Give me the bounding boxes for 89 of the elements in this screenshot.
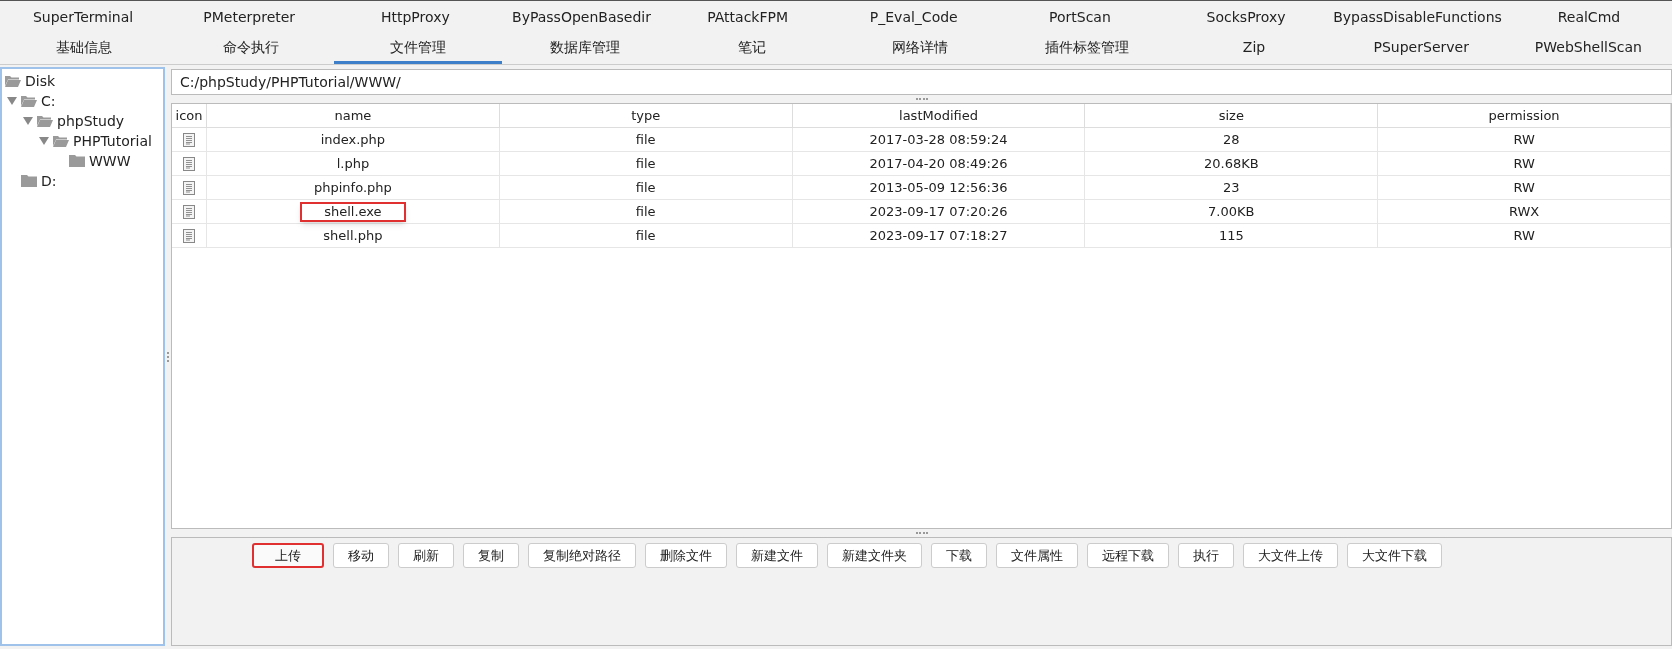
table-cell-text: 2023-09-17 07:20:26 (869, 202, 1008, 221)
tab[interactable]: Zip (1170, 33, 1338, 64)
table-cell-text: RW (1513, 226, 1535, 245)
open-folder-icon (53, 135, 69, 147)
tab[interactable]: 基础信息 (0, 33, 168, 64)
folder-icon (69, 155, 85, 167)
tab[interactable]: 文件管理 (334, 33, 502, 64)
table-cell: shell.exe (300, 201, 406, 222)
table-cell-text: l.php (335, 154, 371, 173)
table-cell-text: 2017-03-28 08:59:24 (869, 130, 1008, 149)
action-button[interactable]: 删除文件 (644, 543, 727, 568)
open-folder-icon (37, 115, 53, 127)
column-header[interactable]: icon (172, 104, 207, 127)
plugin-tab[interactable]: PMeterpreter (199, 6, 300, 28)
plugin-tab[interactable]: ByPassOpenBasedir (508, 6, 655, 28)
table-cell-text: 28 (1223, 130, 1240, 149)
tab[interactable]: PSuperServer (1337, 33, 1505, 64)
plugin-tab[interactable]: PortScan (1045, 6, 1115, 28)
expand-triangle-icon[interactable] (7, 96, 17, 106)
action-button[interactable]: 上传 (251, 543, 324, 568)
open-folder-icon (21, 95, 37, 107)
action-button[interactable]: 文件属性 (995, 543, 1078, 568)
tab[interactable]: PWebShellScan (1504, 33, 1672, 64)
tab[interactable]: 数据库管理 (501, 33, 669, 64)
tree-item[interactable]: D: (41, 170, 57, 192)
table-cell-text: RW (1513, 154, 1535, 173)
column-header[interactable]: lastModified (792, 104, 1086, 127)
table-cell-text: shell.php (322, 226, 384, 245)
document-icon (183, 180, 195, 195)
tab[interactable]: 命令执行 (167, 33, 335, 64)
tree-item[interactable]: WWW (89, 150, 131, 172)
action-button[interactable]: 大文件上传 (1242, 543, 1338, 568)
table-cell-text: file (635, 130, 656, 149)
table-cell-text: 2023-09-17 07:18:27 (869, 226, 1008, 245)
plugin-tab[interactable]: SuperTerminal (28, 6, 138, 28)
table-cell-text: 7.00KB (1208, 202, 1255, 221)
action-button[interactable]: 复制绝对路径 (527, 543, 636, 568)
table-cell-text: RWX (1508, 202, 1540, 221)
expand-triangle-icon[interactable] (39, 136, 49, 146)
table-cell-text: phpinfo.php (313, 178, 393, 197)
tab[interactable]: 网络详情 (836, 33, 1004, 64)
tree-item[interactable]: phpStudy (57, 110, 125, 132)
tab[interactable]: 插件标签管理 (1003, 33, 1171, 64)
table-cell-text: file (635, 154, 656, 173)
expand-triangle-icon[interactable] (23, 116, 33, 126)
splitter-handle-icon[interactable] (915, 98, 928, 100)
document-icon (183, 132, 195, 147)
document-icon (183, 156, 195, 171)
table-cell-text: 23 (1223, 178, 1240, 197)
action-button[interactable]: 大文件下载 (1346, 543, 1442, 568)
splitter-handle-icon[interactable] (167, 351, 169, 362)
table-cell-text: RW (1513, 130, 1535, 149)
action-button[interactable]: 新建文件 (735, 543, 818, 568)
plugin-tab[interactable]: PAttackFPM (703, 6, 793, 28)
table-cell-text: file (635, 226, 656, 245)
table-cell-text: index.php (319, 130, 387, 149)
table-cell-text: file (635, 202, 656, 221)
column-header[interactable]: type (499, 104, 793, 127)
table-cell-text: 2013-05-09 12:56:36 (869, 178, 1008, 197)
action-button[interactable]: 执行 (1177, 543, 1234, 568)
tree-item[interactable]: PHPTutorial (73, 130, 152, 152)
splitter-handle-icon[interactable] (915, 532, 928, 534)
action-button[interactable]: 刷新 (397, 543, 454, 568)
document-icon (183, 228, 195, 243)
plugin-tab[interactable]: RealCmd (1553, 6, 1625, 28)
action-button[interactable]: 远程下载 (1086, 543, 1169, 568)
plugin-tab[interactable]: BypassDisableFunctions (1329, 6, 1506, 28)
action-button[interactable]: 下载 (930, 543, 987, 568)
column-header[interactable]: name (207, 104, 500, 127)
tab[interactable]: 笔记 (668, 33, 836, 64)
folder-icon (21, 175, 37, 187)
document-icon (183, 204, 195, 219)
table-cell-text: 20.68KB (1203, 154, 1259, 173)
open-folder-icon[interactable] (5, 75, 21, 87)
table-cell-text: RW (1513, 178, 1535, 197)
action-button[interactable]: 新建文件夹 (826, 543, 922, 568)
tree-item[interactable]: C: (41, 90, 56, 112)
plugin-tab[interactable]: P_Eval_Code (865, 6, 962, 28)
action-button[interactable]: 移动 (332, 543, 389, 568)
column-header[interactable]: size (1085, 104, 1379, 127)
plugin-tab[interactable]: HttpProxy (376, 6, 454, 28)
table-cell-text: 2017-04-20 08:49:26 (869, 154, 1008, 173)
plugin-tab[interactable]: SocksProxy (1202, 6, 1290, 28)
column-header[interactable]: permission (1378, 104, 1671, 127)
table-cell-text: 115 (1218, 226, 1244, 245)
tree-item[interactable]: Disk (25, 70, 56, 92)
table-cell-text: file (635, 178, 656, 197)
path-field[interactable]: C:/phpStudy/PHPTutorial/WWW/ (171, 69, 1672, 95)
action-button[interactable]: 复制 (462, 543, 519, 568)
